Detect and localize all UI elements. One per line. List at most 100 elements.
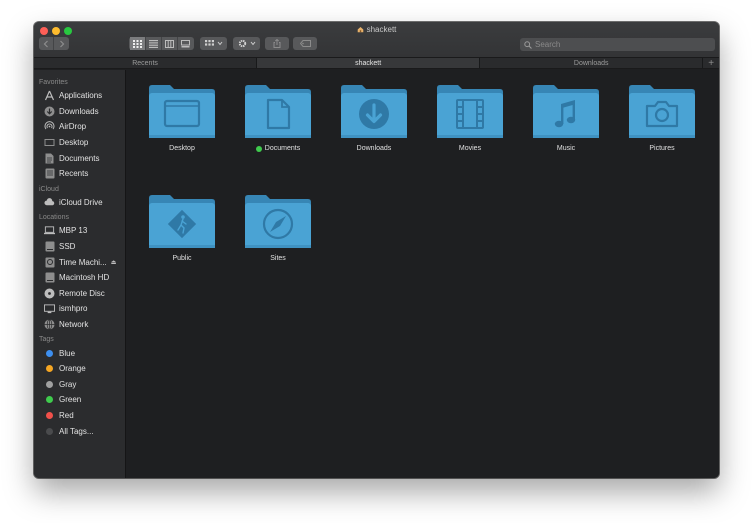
sidebar-item-label: ismhpro bbox=[59, 304, 88, 314]
sidebar: Favorites Applications Downloads AirDrop… bbox=[34, 70, 126, 478]
chevron-down-icon bbox=[250, 41, 255, 46]
sidebar-item-label: Documents bbox=[59, 153, 100, 163]
title-bar: shackett bbox=[34, 22, 719, 57]
documents-icon bbox=[44, 153, 55, 164]
sidebar-item-network[interactable]: Network bbox=[34, 317, 125, 333]
tag-dot-icon bbox=[44, 348, 55, 359]
gallery-view-button[interactable] bbox=[178, 37, 194, 50]
folder-public[interactable]: Public bbox=[142, 194, 222, 262]
sidebar-item-tag-blue[interactable]: Blue bbox=[34, 345, 125, 361]
new-tab-button[interactable]: + bbox=[703, 58, 719, 69]
folder-icon bbox=[245, 85, 311, 138]
folder-documents[interactable]: Documents bbox=[238, 84, 318, 152]
sidebar-section-locations: Locations bbox=[39, 214, 69, 222]
laptop-icon bbox=[44, 225, 55, 236]
folder-label: Pictures bbox=[649, 145, 675, 152]
sidebar-item-label: AirDrop bbox=[59, 122, 87, 132]
sidebar-item-tag-gray[interactable]: Gray bbox=[34, 377, 125, 393]
gallery-icon bbox=[181, 39, 190, 47]
tag-dot-icon bbox=[44, 394, 55, 405]
sidebar-section-favorites: Favorites bbox=[39, 79, 68, 86]
sidebar-item-label: Time Machi... bbox=[59, 257, 107, 267]
sidebar-item-label: Recents bbox=[59, 169, 89, 179]
cloud-icon bbox=[44, 197, 55, 208]
sidebar-item-label: Desktop bbox=[59, 138, 89, 148]
window-title-text: shackett bbox=[366, 25, 397, 34]
column-view-button[interactable] bbox=[162, 37, 178, 50]
forward-button[interactable] bbox=[54, 37, 69, 50]
tag-dot-icon bbox=[44, 426, 55, 437]
folder-movies[interactable]: Movies bbox=[430, 84, 510, 152]
sidebar-item-remote-disc[interactable]: Remote Disc bbox=[34, 286, 125, 302]
green-tag-dot bbox=[255, 145, 262, 152]
sidebar-item-all-tags[interactable]: All Tags... bbox=[34, 423, 125, 439]
folder-icon bbox=[629, 85, 695, 138]
action-menu-button[interactable] bbox=[233, 37, 260, 50]
sidebar-item-documents[interactable]: Documents bbox=[34, 150, 125, 166]
search-field[interactable] bbox=[520, 38, 715, 51]
sidebar-section-icloud: iCloud bbox=[39, 185, 59, 193]
recents-icon bbox=[44, 168, 55, 179]
folder-icon bbox=[149, 85, 215, 138]
folder-label: Public bbox=[172, 255, 192, 262]
icon-view-button[interactable] bbox=[129, 37, 146, 50]
folder-label: Movies bbox=[458, 145, 482, 152]
sidebar-item-downloads[interactable]: Downloads bbox=[34, 104, 125, 120]
edit-tags-button[interactable] bbox=[293, 37, 317, 50]
sidebar-item-ssd[interactable]: SSD bbox=[34, 239, 125, 255]
folder-desktop[interactable]: Desktop bbox=[142, 84, 222, 152]
sidebar-section-tags: Tags bbox=[39, 336, 54, 344]
search-input[interactable] bbox=[535, 40, 705, 49]
group-by-button[interactable] bbox=[200, 37, 227, 50]
folder-icon bbox=[533, 85, 599, 138]
list-view-button[interactable] bbox=[146, 37, 162, 50]
folder-music[interactable]: Music bbox=[526, 84, 606, 152]
eject-icon[interactable]: ⏏ bbox=[111, 259, 117, 266]
sidebar-item-label: Blue bbox=[59, 348, 76, 358]
time-machine-icon bbox=[44, 257, 55, 268]
sidebar-item-tag-orange[interactable]: Orange bbox=[34, 361, 125, 377]
home-folder-icon bbox=[357, 26, 364, 35]
sidebar-item-desktop[interactable]: Desktop bbox=[34, 135, 125, 151]
sidebar-item-mbp13[interactable]: MBP 13 bbox=[34, 223, 125, 239]
sidebar-item-label: Orange bbox=[59, 364, 86, 374]
disc-icon bbox=[44, 288, 55, 299]
sidebar-item-recents[interactable]: Recents bbox=[34, 166, 125, 182]
sidebar-item-time-machine[interactable]: Time Machi... ⏏ bbox=[34, 254, 125, 270]
sidebar-item-tag-green[interactable]: Green bbox=[34, 392, 125, 408]
folder-icon bbox=[149, 195, 215, 248]
tab-shackett[interactable]: shackett bbox=[257, 58, 481, 68]
sidebar-item-icloud-drive[interactable]: iCloud Drive bbox=[34, 195, 125, 211]
applications-icon bbox=[44, 90, 55, 101]
tag-icon bbox=[299, 40, 311, 47]
folder-label: Music bbox=[556, 145, 576, 152]
sidebar-item-ismhpro[interactable]: ismhpro bbox=[34, 301, 125, 317]
sidebar-item-tag-red[interactable]: Red bbox=[34, 408, 125, 424]
drive-icon bbox=[44, 241, 55, 252]
window-title: shackett bbox=[34, 25, 719, 35]
folder-downloads[interactable]: Downloads bbox=[334, 84, 414, 152]
sidebar-item-airdrop[interactable]: AirDrop bbox=[34, 119, 125, 135]
sidebar-item-applications[interactable]: Applications bbox=[34, 88, 125, 104]
download-glyph-icon bbox=[359, 99, 389, 129]
chevron-down-icon bbox=[217, 41, 222, 46]
sidebar-item-label: iCloud Drive bbox=[59, 197, 103, 207]
folder-label: Desktop bbox=[169, 145, 195, 152]
sidebar-item-macintosh-hd[interactable]: Macintosh HD bbox=[34, 270, 125, 286]
folder-label: Documents bbox=[255, 145, 300, 152]
back-button[interactable] bbox=[39, 37, 54, 50]
tab-downloads[interactable]: Downloads bbox=[480, 58, 704, 68]
folder-icon bbox=[245, 195, 311, 248]
tab-recents[interactable]: Recents bbox=[34, 58, 258, 68]
tag-dot-icon bbox=[44, 363, 55, 374]
folder-icon bbox=[437, 85, 503, 138]
tab-bar: Recents shackett Downloads + bbox=[34, 57, 719, 69]
list-icon bbox=[148, 39, 158, 48]
sidebar-item-label: Green bbox=[59, 395, 82, 405]
sidebar-item-label: Macintosh HD bbox=[59, 273, 110, 283]
sidebar-item-label: Downloads bbox=[59, 106, 99, 116]
sidebar-item-label: All Tags... bbox=[59, 426, 94, 436]
share-button[interactable] bbox=[265, 37, 289, 50]
folder-sites[interactable]: Sites bbox=[238, 194, 318, 262]
folder-pictures[interactable]: Pictures bbox=[622, 84, 702, 152]
